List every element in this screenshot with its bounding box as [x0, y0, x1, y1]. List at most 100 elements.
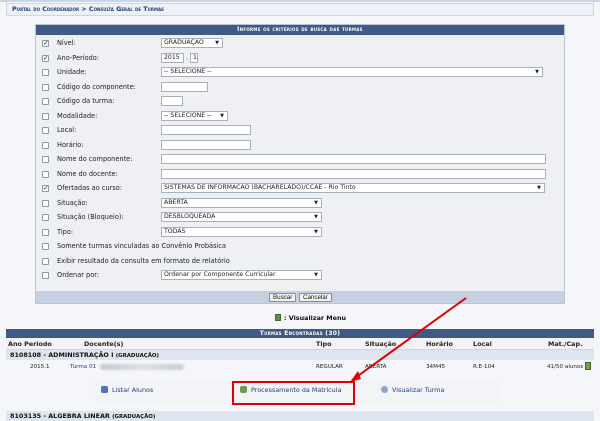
checkbox-ofertadas-curso[interactable]	[42, 184, 49, 192]
listar-alunos-button[interactable]: Listar Alunos	[101, 385, 153, 397]
row-unidade: Unidade: -- SELECIONE -- ▼	[36, 66, 564, 81]
docente-name-redacted	[100, 364, 184, 370]
label-nome-componente: Nome do componente:	[57, 155, 133, 163]
label-modalidade: Modalidade:	[57, 111, 98, 120]
nome-componente-input[interactable]	[161, 154, 546, 164]
checkbox-unidade[interactable]	[42, 69, 49, 76]
visualizar-menu-link[interactable]: : Visualizar Menu	[275, 314, 346, 322]
row-modalidade: Modalidade: -- SELECIONE -- ▼	[36, 110, 564, 125]
buscar-button[interactable]: Buscar	[269, 292, 297, 302]
label-ano-periodo: Ano-Período:	[57, 53, 100, 62]
row-situacao-bloqueio: Situação (Bloqueio): DESBLOQUEADA ▼	[36, 211, 564, 226]
row-tipo: Tipo: TODAS ▼	[36, 226, 564, 241]
checkbox-tipo[interactable]	[42, 228, 49, 236]
cancelar-button[interactable]: Cancelar	[299, 292, 332, 302]
magnifier-icon	[381, 386, 388, 393]
search-form: Informe os critérios de busca das turmas…	[35, 24, 565, 304]
breadcrumb: Portal do Coordenador > Consulta Geral d…	[6, 3, 594, 16]
chevron-down-icon: ▼	[220, 112, 224, 119]
chevron-down-icon: ▼	[535, 69, 539, 75]
row-codigo-turma: Código da turma:	[36, 95, 564, 110]
checkbox-codigo-turma[interactable]	[42, 98, 49, 105]
nome-docente-input[interactable]	[161, 168, 546, 179]
unidade-select[interactable]: -- SELECIONE -- ▼	[161, 67, 543, 77]
checkbox-nome-componente[interactable]	[42, 156, 49, 163]
checkbox-ordenar[interactable]	[42, 272, 49, 279]
group-title: 8108108 - ADMINISTRAÇÃO I	[10, 351, 114, 359]
nivel-select[interactable]: GRADUAÇÃO ▼	[161, 38, 223, 48]
group-title: 8103135 - ALGEBRA LINEAR	[10, 412, 110, 420]
label-ofertadas-curso: Ofertadas ao curso:	[57, 184, 123, 192]
local-input[interactable]	[161, 125, 251, 135]
label-horario: Horário:	[57, 140, 84, 149]
user-icon	[101, 386, 108, 393]
menu-icon	[275, 314, 281, 321]
checkbox-convenio[interactable]	[42, 243, 49, 250]
form-footer: Buscar Cancelar	[36, 291, 564, 303]
form-header: Informe os critérios de busca das turmas	[36, 25, 564, 35]
chevron-down-icon: ▼	[314, 199, 318, 206]
row-relatorio: Exibir resultado da consulta em formato …	[36, 255, 564, 270]
horario-input[interactable]	[161, 139, 251, 150]
ano-input[interactable]: 2015	[161, 52, 184, 63]
checkbox-modalidade[interactable]	[42, 112, 49, 120]
situacao-select[interactable]: ABERTA ▼	[161, 197, 322, 208]
label-nivel: Nível:	[57, 39, 76, 47]
label-situacao-bloqueio: Situação (Bloqueio):	[57, 213, 124, 221]
ano-separator: .	[186, 53, 188, 61]
row-situacao: Situação: ABERTA ▼	[36, 197, 564, 212]
col-tipo: Tipo	[316, 340, 332, 348]
col-cap: Mat./Cap.	[548, 340, 583, 348]
row-nome-componente: Nome do componente:	[36, 153, 564, 168]
group-row: 8103135 - ALGEBRA LINEAR (GRADUAÇÃO)	[6, 411, 594, 421]
row-tipo-value: REGULAR	[316, 364, 343, 370]
checkbox-relatorio[interactable]	[42, 257, 49, 265]
tipo-select[interactable]: TODAS ▼	[161, 226, 322, 237]
checkbox-codigo-componente[interactable]	[42, 83, 49, 91]
visualizar-menu-label: : Visualizar Menu	[284, 314, 347, 322]
chevron-down-icon: ▼	[537, 185, 541, 191]
col-ano-periodo: Ano Período	[8, 340, 52, 348]
chevron-down-icon: ▼	[215, 40, 219, 46]
group-level: (GRADUAÇÃO)	[112, 414, 156, 420]
curso-select[interactable]: SISTEMAS DE INFORMACAO (BACHARELADO)/CCA…	[161, 183, 545, 193]
label-codigo-turma: Código da turma:	[57, 97, 115, 105]
label-codigo-componente: Código do componente:	[57, 82, 136, 91]
visualizar-turma-button[interactable]: Visualizar Turma	[381, 385, 444, 397]
row-situacao-value: ABERTA	[365, 364, 387, 370]
checkbox-situacao-bloqueio[interactable]	[42, 214, 49, 221]
group-row: 8108108 - ADMINISTRAÇÃO I (GRADUAÇÃO)	[6, 350, 594, 360]
checkbox-local[interactable]	[42, 127, 49, 134]
codigo-turma-input[interactable]	[161, 96, 183, 106]
row-horario-value: 34M45	[426, 364, 446, 370]
row-local: Local:	[36, 124, 564, 139]
row-local-value: R.E-104	[473, 364, 495, 370]
highlight-box	[232, 381, 355, 405]
chevron-down-icon: ▼	[314, 228, 318, 235]
checkbox-situacao[interactable]	[42, 199, 49, 207]
checkbox-nivel[interactable]	[42, 39, 49, 47]
label-situacao: Situação:	[57, 198, 88, 207]
detalhes-icon[interactable]	[585, 362, 591, 370]
col-docentes: Docente(s)	[84, 340, 124, 348]
chevron-down-icon: ▼	[314, 214, 318, 220]
row-ano-periodo: Ano-Período: 2015 . 1	[36, 52, 564, 67]
checkbox-horario[interactable]	[42, 141, 49, 149]
turma-link[interactable]: Turma 01	[70, 364, 96, 370]
modalidade-select[interactable]: -- SELECIONE -- ▼	[161, 110, 228, 121]
label-convenio: Somente turmas vinculadas ao Convênio Pr…	[57, 242, 227, 250]
ordenar-select[interactable]: Ordenar por Componente Curricular ▼	[161, 270, 322, 280]
results-header: Turmas Encontradas (30)	[6, 329, 594, 338]
row-horario: Horário:	[36, 139, 564, 154]
label-tipo: Tipo:	[57, 227, 74, 236]
checkbox-nome-docente[interactable]	[42, 170, 49, 178]
row-ano: 2015.1	[30, 364, 50, 370]
col-local: Local	[473, 340, 492, 348]
group-level: (GRADUAÇÃO)	[115, 353, 159, 359]
row-cap-value: 41/50 alunos	[547, 364, 584, 370]
periodo-input[interactable]: 1	[190, 52, 198, 63]
bloqueio-select[interactable]: DESBLOQUEADA ▼	[161, 212, 322, 222]
checkbox-ano-periodo[interactable]	[42, 54, 49, 62]
label-unidade: Unidade:	[57, 68, 87, 76]
codigo-componente-input[interactable]	[161, 81, 208, 92]
